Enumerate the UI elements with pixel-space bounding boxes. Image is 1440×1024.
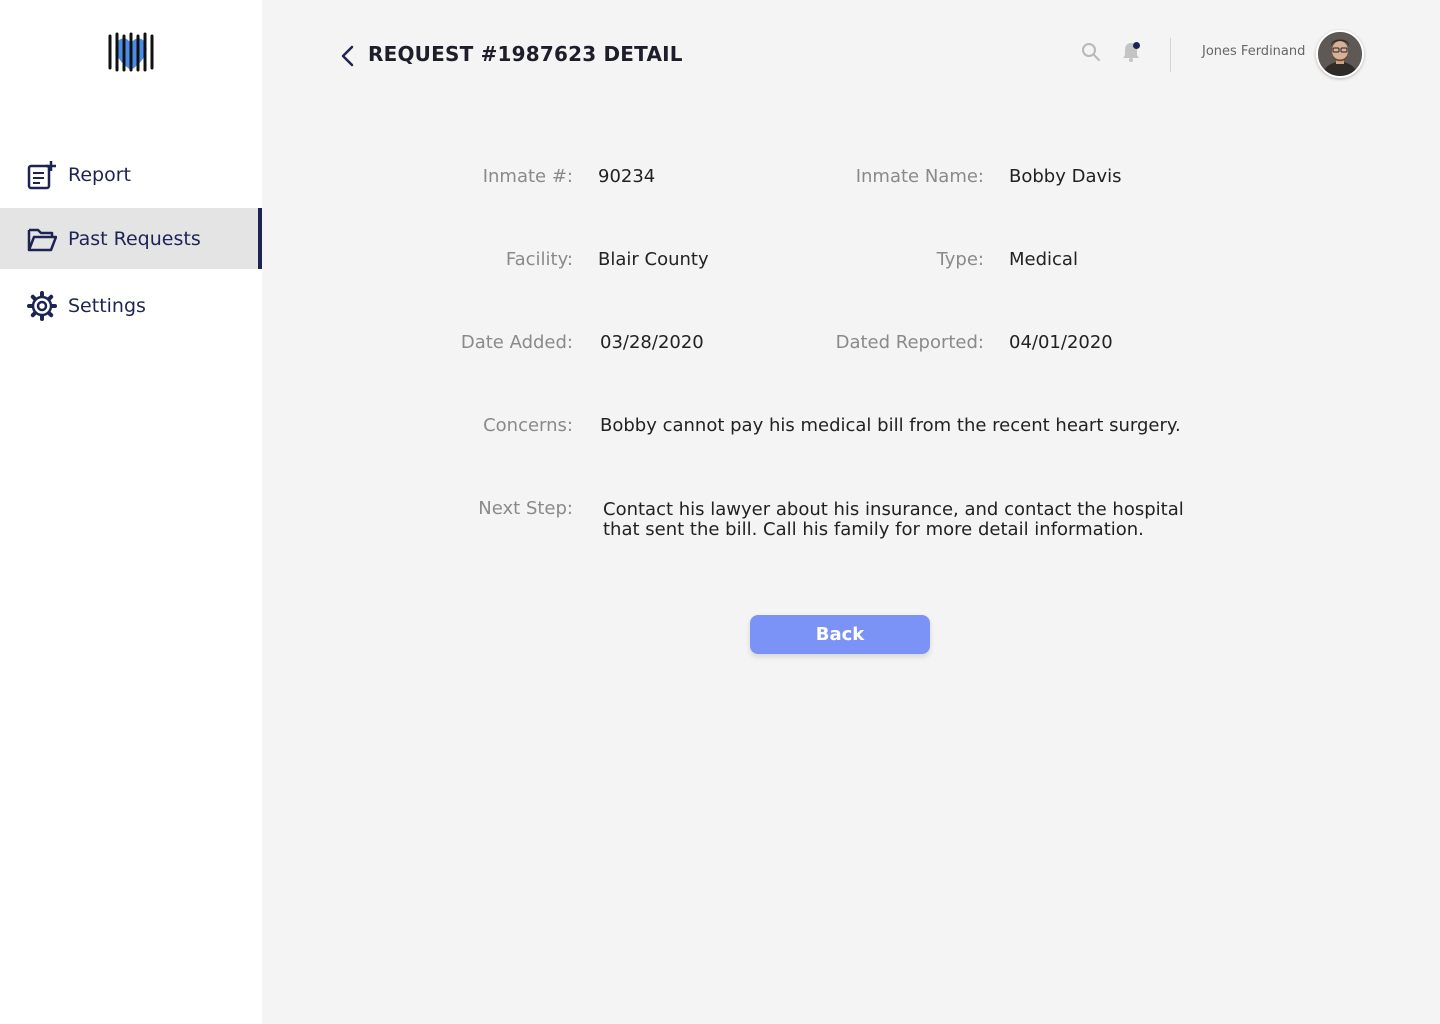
date-reported-value: 04/01/2020 bbox=[1009, 332, 1113, 353]
facility-value: Blair County bbox=[598, 249, 709, 270]
logo[interactable] bbox=[106, 30, 156, 74]
type-label: Type: bbox=[936, 249, 984, 270]
facility-label: Facility: bbox=[505, 249, 573, 270]
sidebar: Report Past Requests Settings bbox=[0, 0, 262, 1024]
next-step-value: Contact his lawyer about his insurance, … bbox=[603, 499, 1184, 540]
folder-open-icon bbox=[27, 224, 57, 254]
avatar[interactable] bbox=[1316, 30, 1364, 78]
nav-label-settings: Settings bbox=[68, 294, 146, 317]
nav-item-report[interactable]: Report bbox=[0, 144, 262, 205]
date-reported-label: Dated Reported: bbox=[835, 332, 984, 353]
user-name[interactable]: Jones Ferdinand bbox=[1202, 44, 1305, 59]
type-value: Medical bbox=[1009, 249, 1078, 270]
date-added-value: 03/28/2020 bbox=[600, 332, 704, 353]
header-divider bbox=[1170, 38, 1171, 72]
back-arrow-icon[interactable] bbox=[338, 44, 358, 68]
date-added-label: Date Added: bbox=[460, 332, 573, 353]
concerns-value: Bobby cannot pay his medical bill from t… bbox=[600, 415, 1181, 436]
inmate-number-value: 90234 bbox=[598, 166, 656, 187]
inmate-name-label: Inmate Name: bbox=[855, 166, 984, 187]
back-button[interactable]: Back bbox=[750, 615, 930, 654]
next-step-label: Next Step: bbox=[478, 498, 573, 519]
nav-label-report: Report bbox=[68, 163, 131, 186]
notification-dot bbox=[1133, 42, 1140, 49]
nav-item-past-requests[interactable]: Past Requests bbox=[0, 208, 262, 269]
concerns-label: Concerns: bbox=[483, 415, 573, 436]
inmate-number-label: Inmate #: bbox=[482, 166, 573, 187]
report-add-icon bbox=[27, 160, 57, 190]
page-title: REQUEST #1987623 DETAIL bbox=[368, 42, 683, 66]
gear-icon bbox=[27, 290, 57, 321]
nav-label-past-requests: Past Requests bbox=[68, 227, 201, 250]
main-content: REQUEST #1987623 DETAIL Jones Ferdinand … bbox=[262, 0, 1440, 1024]
inmate-name-value: Bobby Davis bbox=[1009, 166, 1122, 187]
search-icon[interactable] bbox=[1081, 42, 1101, 62]
nav-item-settings[interactable]: Settings bbox=[0, 275, 262, 336]
